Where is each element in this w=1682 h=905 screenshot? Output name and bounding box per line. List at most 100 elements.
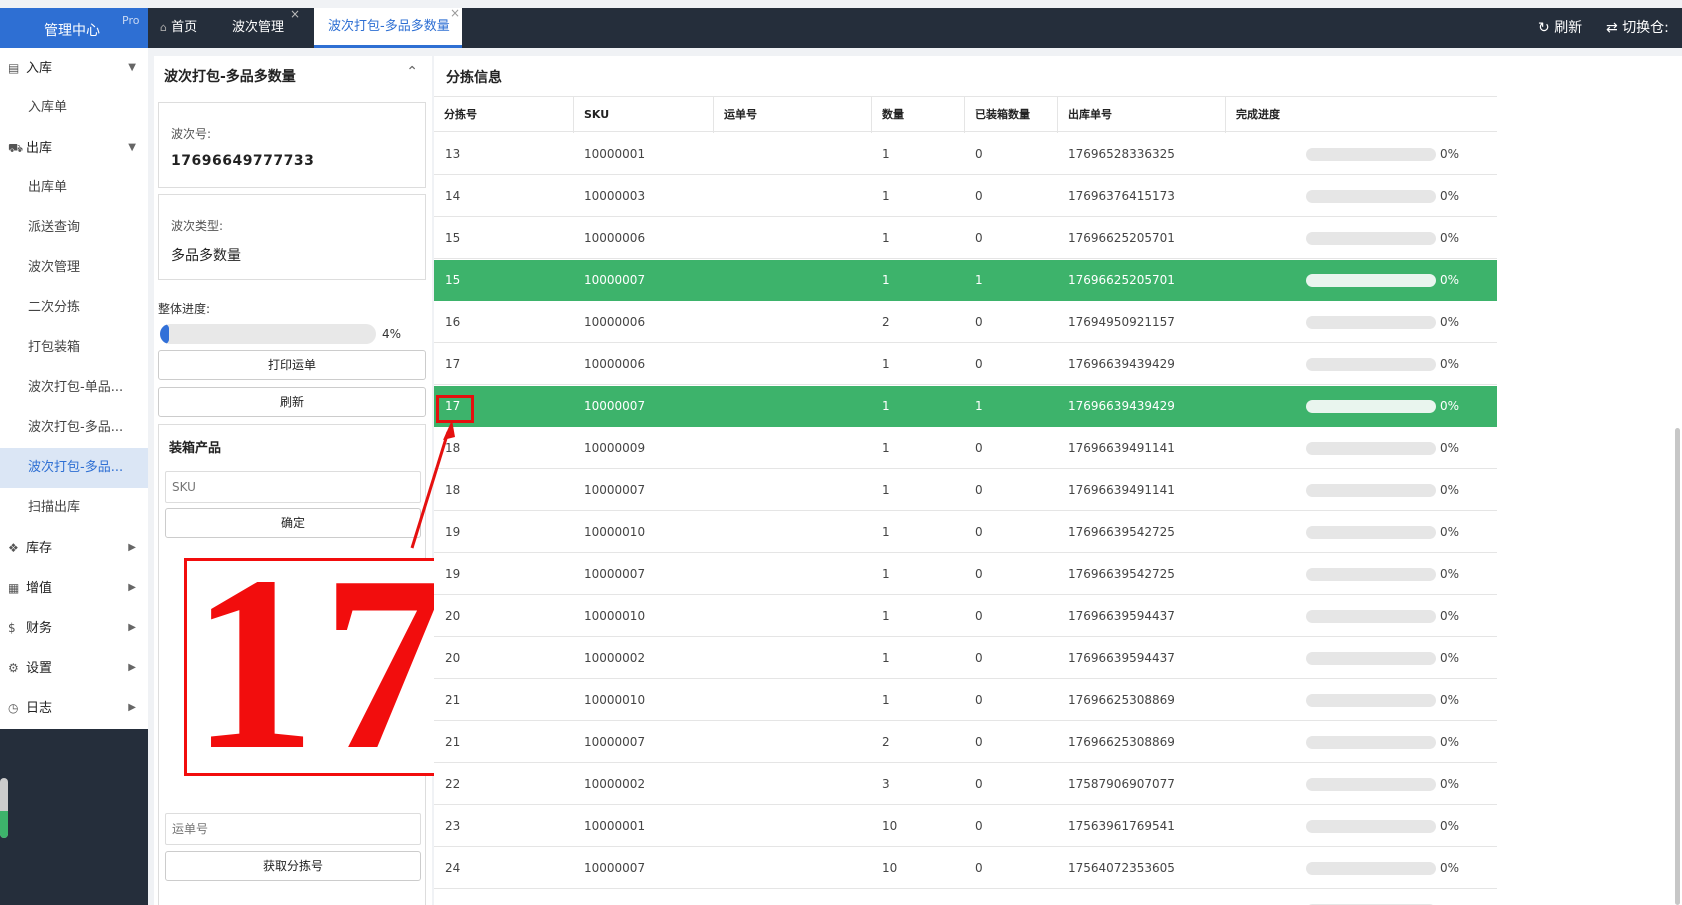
sidebar-group[interactable]: ⛟ 出库 ▼	[0, 128, 148, 168]
tab-wave-pack-multi[interactable]: 波次打包-多品多数量 ×	[314, 6, 462, 48]
tab-home[interactable]: ⌂ 首页	[160, 8, 218, 48]
table-row[interactable]: 15 10000007 1 1 17696625205701 0%	[434, 260, 1497, 301]
close-icon[interactable]: ×	[450, 0, 460, 32]
table-cell-sort-no: 20	[445, 609, 461, 623]
table-cell-sku: 10000010	[584, 609, 646, 623]
table-row[interactable]: 19 10000007 1 0 17696639542725 0%	[434, 554, 1497, 595]
table-cell-order: 17696639594437	[1068, 609, 1175, 623]
column-header[interactable]: 分拣号	[434, 97, 573, 133]
row-progress-pct: 0%	[1440, 735, 1460, 749]
tab-wave-management[interactable]: 波次管理 ×	[232, 7, 304, 48]
row-progress-pct: 0%	[1440, 231, 1460, 245]
table-row[interactable]: 13 10000001 1 0 17696528336325 0%	[434, 134, 1497, 175]
table-cell-packed: 0	[975, 819, 983, 833]
row-progress-bar	[1306, 862, 1436, 875]
get-sort-number-button[interactable]: 获取分拣号	[165, 851, 421, 881]
row-progress-pct: 0%	[1440, 273, 1460, 287]
brand-name: 管理中心	[44, 23, 100, 39]
table-cell-sku: 10000007	[584, 567, 646, 581]
table-cell-sku: 10000006	[584, 231, 646, 245]
scrollbar[interactable]	[1675, 428, 1680, 905]
print-waybill-button[interactable]: 打印运单	[158, 350, 426, 380]
sidebar-item-label: 出库单	[28, 180, 68, 195]
table-row[interactable]: 17 10000006 1 0 17696639439429 0%	[434, 344, 1497, 385]
brand[interactable]: 管理中心 Pro	[0, 8, 148, 48]
wave-number-label: 波次号:	[171, 127, 212, 141]
row-progress-pct: 0%	[1440, 609, 1460, 623]
brand-badge: Pro	[122, 14, 140, 27]
table-row[interactable]: 21 10000010 1 0 17696625308869 0%	[434, 680, 1497, 721]
table-row[interactable]: 19 10000010 1 0 17696639542725 0%	[434, 512, 1497, 553]
sidebar-item[interactable]: 入库单	[0, 88, 148, 128]
column-header[interactable]: 完成进度	[1225, 97, 1408, 133]
table-cell-sku: 10000001	[584, 890, 645, 905]
sidebar-group[interactable]: ◷ 日志 ▶	[0, 688, 148, 728]
close-icon[interactable]: ×	[290, 0, 300, 34]
sidebar-item[interactable]: 二次分拣	[0, 288, 148, 328]
table-cell-sort-no: 19	[445, 525, 461, 539]
table-row[interactable]: 23 10000001 10 0 17563961769541 0%	[434, 806, 1497, 847]
sidebar-item[interactable]: 波次打包-单品...	[0, 368, 148, 408]
table-row[interactable]: 15 10000006 1 0 17696625205701 0%	[434, 218, 1497, 259]
sort-table-body: 13 10000001 1 0 17696528336325 0% 14 10000003 1 0…	[434, 132, 1497, 905]
table-cell-packed: 0	[975, 147, 983, 161]
sidebar: ▤ 入库 ▼ 入库单 ⛟ 出库 ▼ 出库单派送查询 波次管理 二次分拣 打包装箱 波次打包-单品...…	[0, 48, 148, 729]
level-indicator	[0, 778, 8, 838]
row-progress-bar	[1306, 190, 1436, 203]
table-cell-packed: 1	[975, 273, 983, 287]
sidebar-group[interactable]: ▤ 入库 ▼	[0, 48, 148, 88]
caret-down-icon: ▼	[128, 62, 136, 73]
column-header[interactable]: 运单号	[713, 97, 871, 133]
table-row[interactable]: 20 10000010 1 0 17696639594437 0%	[434, 596, 1497, 637]
switch-warehouse[interactable]: ⇄ 切换仓:	[1606, 8, 1669, 48]
table-cell-qty: 10	[882, 861, 898, 875]
refresh-button[interactable]: 刷新	[158, 387, 426, 417]
table-row[interactable]: 25 10000001 10 0 17564036678597 0%	[434, 890, 1497, 905]
table-cell-sort-no: 24	[445, 861, 461, 875]
sidebar-item[interactable]: 波次管理	[0, 248, 148, 288]
table-cell-sort-no: 18	[445, 483, 461, 497]
sidebar-item-label: 库存	[26, 541, 53, 556]
top-bar: 管理中心 Pro ⌂ 首页 波次管理 × 波次打包-多品多数量 × ↻ 刷新 ⇄…	[0, 6, 1682, 48]
row-progress-bar	[1306, 610, 1436, 623]
table-row[interactable]: 14 10000003 1 0 17696376415173 0%	[434, 176, 1497, 217]
table-cell-qty: 2	[882, 315, 890, 329]
column-header[interactable]: SKU	[573, 97, 713, 133]
refresh-action[interactable]: ↻ 刷新	[1538, 8, 1582, 48]
table-cell-packed: 0	[975, 567, 983, 581]
collapse-icon[interactable]: ⌃	[406, 64, 418, 80]
column-header[interactable]: 出库单号	[1057, 97, 1225, 133]
sku-input[interactable]	[165, 471, 421, 503]
sidebar-group[interactable]: ⚙ 设置 ▶	[0, 648, 148, 688]
table-cell-sku: 10000002	[584, 777, 646, 791]
table-row[interactable]: 18 10000009 1 0 17696639491141 0%	[434, 428, 1497, 469]
table-row[interactable]: 20 10000002 1 0 17696639594437 0%	[434, 638, 1497, 679]
sidebar-item[interactable]: 扫描出库	[0, 488, 148, 528]
sidebar-group[interactable]: ❖ 库存 ▶	[0, 528, 148, 568]
table-row[interactable]: 24 10000007 10 0 17564072353605 0%	[434, 848, 1497, 889]
table-row[interactable]: 18 10000007 1 0 17696639491141 0%	[434, 470, 1497, 511]
row-progress-bar	[1306, 820, 1436, 833]
sidebar-item[interactable]: 出库单	[0, 168, 148, 208]
sidebar-item[interactable]: 打包装箱	[0, 328, 148, 368]
table-row[interactable]: 16 10000006 2 0 17694950921157 0%	[434, 302, 1497, 343]
table-row[interactable]: 17 10000007 1 1 17696639439429 0%	[434, 386, 1497, 427]
sidebar-item[interactable]: 派送查询	[0, 208, 148, 248]
table-cell-sku: 10000010	[584, 693, 646, 707]
inbox-icon: ▤	[8, 61, 20, 75]
waybill-input[interactable]	[165, 813, 421, 845]
table-cell-packed: 0	[975, 651, 983, 665]
table-cell-qty: 1	[882, 147, 890, 161]
confirm-button[interactable]: 确定	[165, 508, 421, 538]
column-header[interactable]: 数量	[871, 97, 964, 133]
table-cell-packed: 0	[975, 357, 983, 371]
sidebar-item[interactable]: 波次打包-多品...	[0, 448, 148, 488]
sidebar-group[interactable]: $ 财务 ▶	[0, 608, 148, 648]
table-cell-qty: 1	[882, 567, 890, 581]
row-progress-bar	[1306, 778, 1436, 791]
sidebar-group[interactable]: ▦ 增值 ▶	[0, 568, 148, 608]
table-row[interactable]: 21 10000007 2 0 17696625308869 0%	[434, 722, 1497, 763]
column-header[interactable]: 已装箱数量	[964, 97, 1057, 133]
table-row[interactable]: 22 10000002 3 0 17587906907077 0%	[434, 764, 1497, 805]
sidebar-item[interactable]: 波次打包-多品...	[0, 408, 148, 448]
